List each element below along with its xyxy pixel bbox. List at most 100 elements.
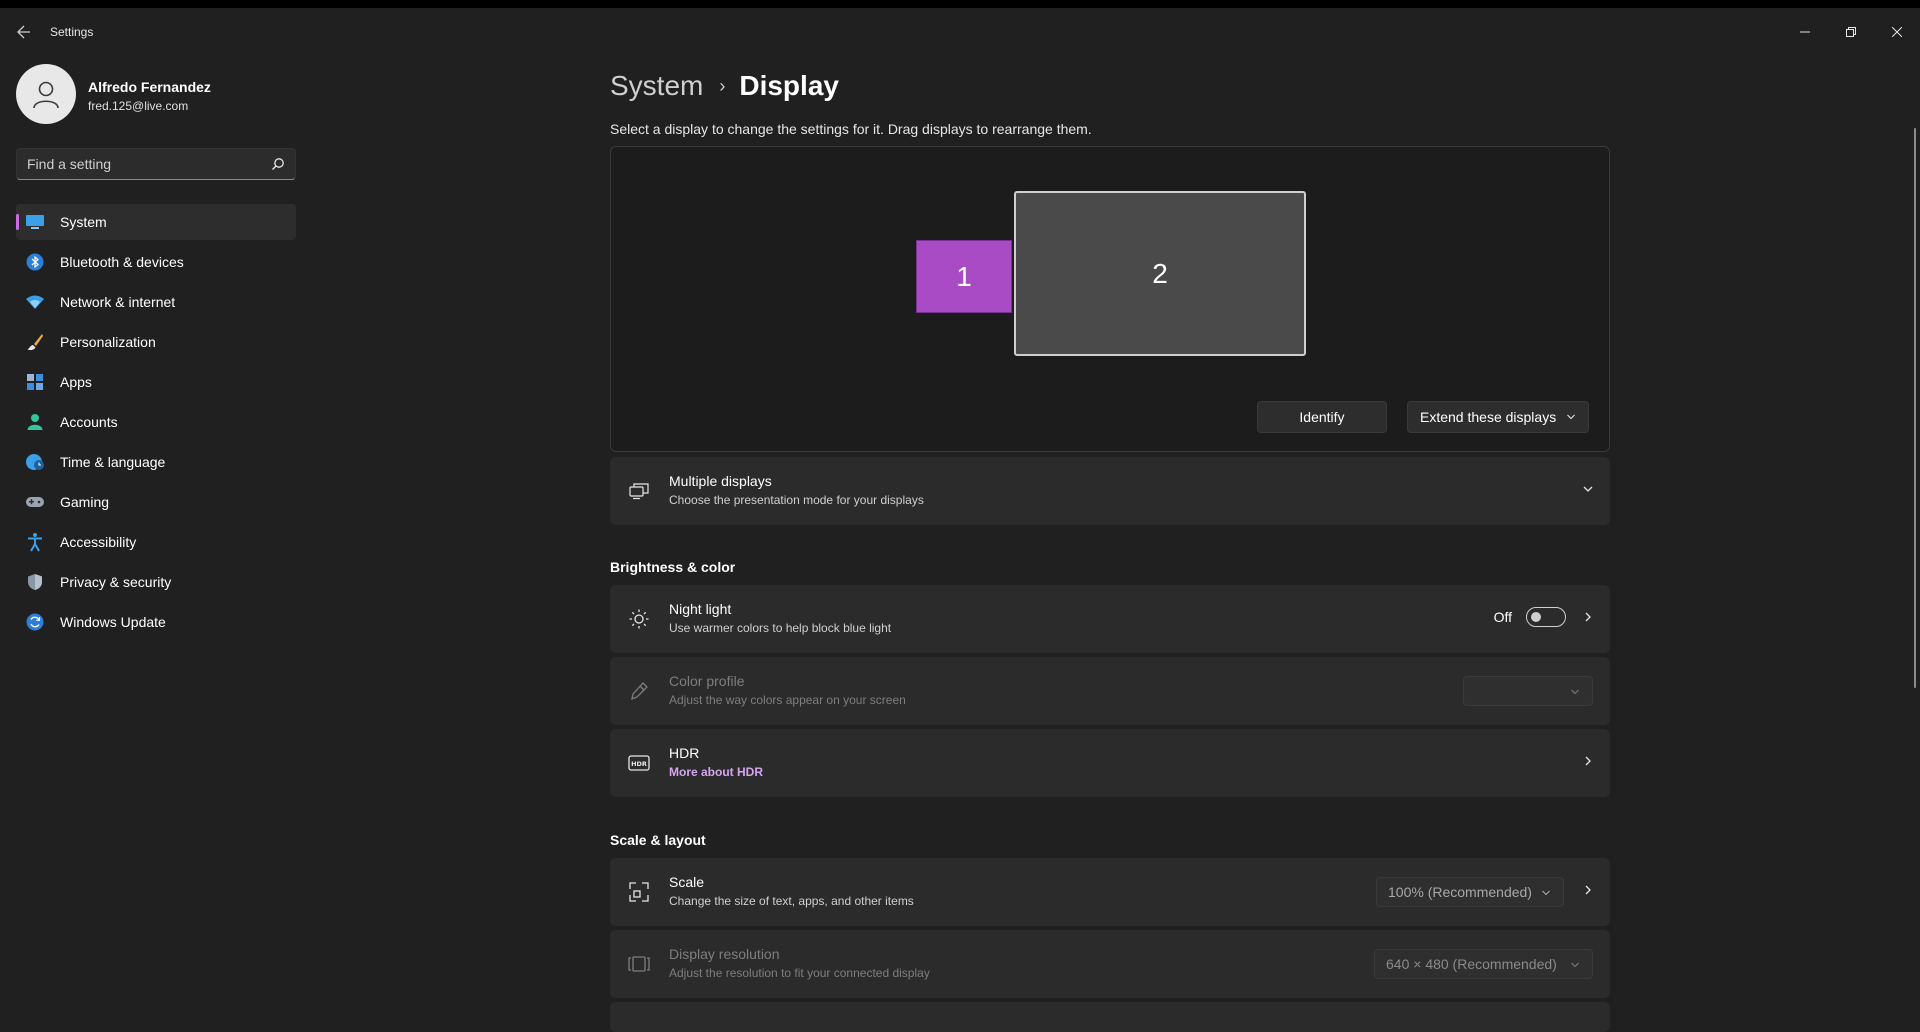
multiple-displays-icon [628,481,650,501]
sidebar-item-system[interactable]: System [16,204,296,240]
svg-text:HDR: HDR [631,760,647,768]
identify-button[interactable]: Identify [1257,401,1387,433]
sidebar-item-label: Privacy & security [60,574,172,590]
sidebar-item-label: Network & internet [60,294,176,310]
more-about-hdr-link[interactable]: More about HDR [669,765,763,779]
monitor-1-number: 1 [956,260,972,292]
display-resolution-subtitle: Adjust the resolution to fit your connec… [669,966,930,980]
multiple-displays-card[interactable]: Multiple displays Choose the presentatio… [610,457,1610,525]
scale-subtitle: Change the size of text, apps, and other… [669,894,914,908]
scrollbar[interactable] [1914,128,1916,688]
multiple-displays-title: Multiple displays [669,473,772,489]
display-resolution-value: 640 × 480 (Recommended) [1386,956,1557,972]
search-input[interactable] [27,149,267,179]
app-title: Settings [50,25,94,39]
gamepad-icon [25,492,45,512]
apps-icon [25,372,45,392]
display-mode-dropdown[interactable]: Extend these displays [1407,401,1589,433]
night-light-toggle[interactable] [1526,607,1566,627]
monitor-2[interactable]: 2 [1014,191,1306,356]
restore-button[interactable] [1828,14,1874,50]
chevron-down-icon [1571,689,1579,695]
avatar[interactable] [16,64,76,124]
sidebar-item-label: Windows Update [60,614,166,630]
monitor-1[interactable]: 1 [916,240,1012,313]
page-title: Display [739,70,839,101]
chevron-right-icon[interactable] [1582,755,1594,767]
user-profile[interactable]: Alfredo Fernandez fred.125@live.com [16,64,306,124]
sidebar-item-label: Gaming [60,494,110,510]
hdr-title: HDR [669,745,700,761]
scale-title: Scale [669,874,705,890]
scale-icon [628,882,650,902]
resolution-icon [628,954,650,974]
monitor-2-number: 2 [1152,257,1168,289]
accounts-icon [25,412,45,432]
scale-card[interactable]: Scale Change the size of text, apps, and… [610,858,1610,926]
sidebar-item-label: Apps [60,374,92,390]
night-light-state: Off [1493,609,1512,625]
chevron-down-icon[interactable] [1582,483,1594,495]
restore-icon [1846,27,1856,37]
sidebar-item-accounts[interactable]: Accounts [16,404,296,440]
night-light-toggle-group: Off [1494,607,1566,627]
sidebar-item-label: Accounts [60,414,118,430]
nav-list: System Bluetooth & devices Network & int… [16,204,296,644]
display-mode-value: Extend these displays [1420,409,1557,425]
back-button[interactable] [12,20,36,44]
sidebar-item-accessibility[interactable]: Accessibility [16,524,296,560]
sidebar-item-bluetooth[interactable]: Bluetooth & devices [16,244,296,280]
color-profile-title: Color profile [669,673,745,689]
chevron-right-icon[interactable] [1582,884,1594,896]
user-email: fred.125@live.com [88,99,189,113]
bluetooth-icon [25,252,45,272]
system-icon [25,212,45,232]
color-profile-dropdown [1463,676,1593,706]
sidebar-item-label: Personalization [60,334,156,350]
sidebar-item-label: Time & language [60,454,166,470]
search-box[interactable] [16,148,296,180]
wifi-icon [25,292,45,312]
person-icon [33,81,59,109]
display-arrangement-panel: 1 2 Identify Extend these displays [610,146,1610,452]
scale-dropdown[interactable]: 100% (Recommended) [1376,877,1564,907]
chevron-down-icon [1567,414,1575,420]
breadcrumb-separator: › [719,75,726,96]
chevron-right-icon[interactable] [1582,611,1594,623]
sidebar-item-privacy[interactable]: Privacy & security [16,564,296,600]
night-light-icon [628,609,650,629]
color-profile-subtitle: Adjust the way colors appear on your scr… [669,693,906,707]
brightness-color-heading: Brightness & color [610,559,736,575]
eyedropper-icon [628,681,650,701]
sidebar-item-personalization[interactable]: Personalization [16,324,296,360]
arrange-hint: Select a display to change the settings … [610,121,1092,137]
night-light-subtitle: Use warmer colors to help block blue lig… [669,621,892,635]
close-icon [1892,27,1902,37]
sidebar-item-gaming[interactable]: Gaming [16,484,296,520]
sidebar-item-network[interactable]: Network & internet [16,284,296,320]
chevron-down-icon [1542,890,1550,896]
minimize-button[interactable] [1782,14,1828,50]
breadcrumb: System › Display [610,66,839,106]
sidebar-item-windows-update[interactable]: Windows Update [16,604,296,640]
chevron-down-icon [1571,962,1579,968]
multiple-displays-subtitle: Choose the presentation mode for your di… [669,493,924,507]
search-icon[interactable] [271,157,285,171]
sidebar-item-apps[interactable]: Apps [16,364,296,400]
night-light-card[interactable]: Night light Use warmer colors to help bl… [610,585,1610,653]
sidebar-item-label: Accessibility [60,534,137,550]
color-profile-card: Color profile Adjust the way colors appe… [610,657,1610,725]
display-resolution-dropdown: 640 × 480 (Recommended) [1374,949,1593,979]
shield-icon [25,572,45,592]
scale-layout-heading: Scale & layout [610,832,706,848]
update-icon [25,612,45,632]
hdr-icon: HDR [628,753,650,773]
display-resolution-card: Display resolution Adjust the resolution… [610,930,1610,998]
next-setting-card-partial[interactable] [610,1002,1610,1032]
hdr-card[interactable]: HDR HDR More about HDR [610,729,1610,797]
title-bar: Settings [0,8,1920,56]
close-button[interactable] [1874,14,1920,50]
sidebar-item-time-language[interactable]: Time & language [16,444,296,480]
minimize-icon [1800,31,1810,33]
breadcrumb-parent[interactable]: System [610,70,703,102]
